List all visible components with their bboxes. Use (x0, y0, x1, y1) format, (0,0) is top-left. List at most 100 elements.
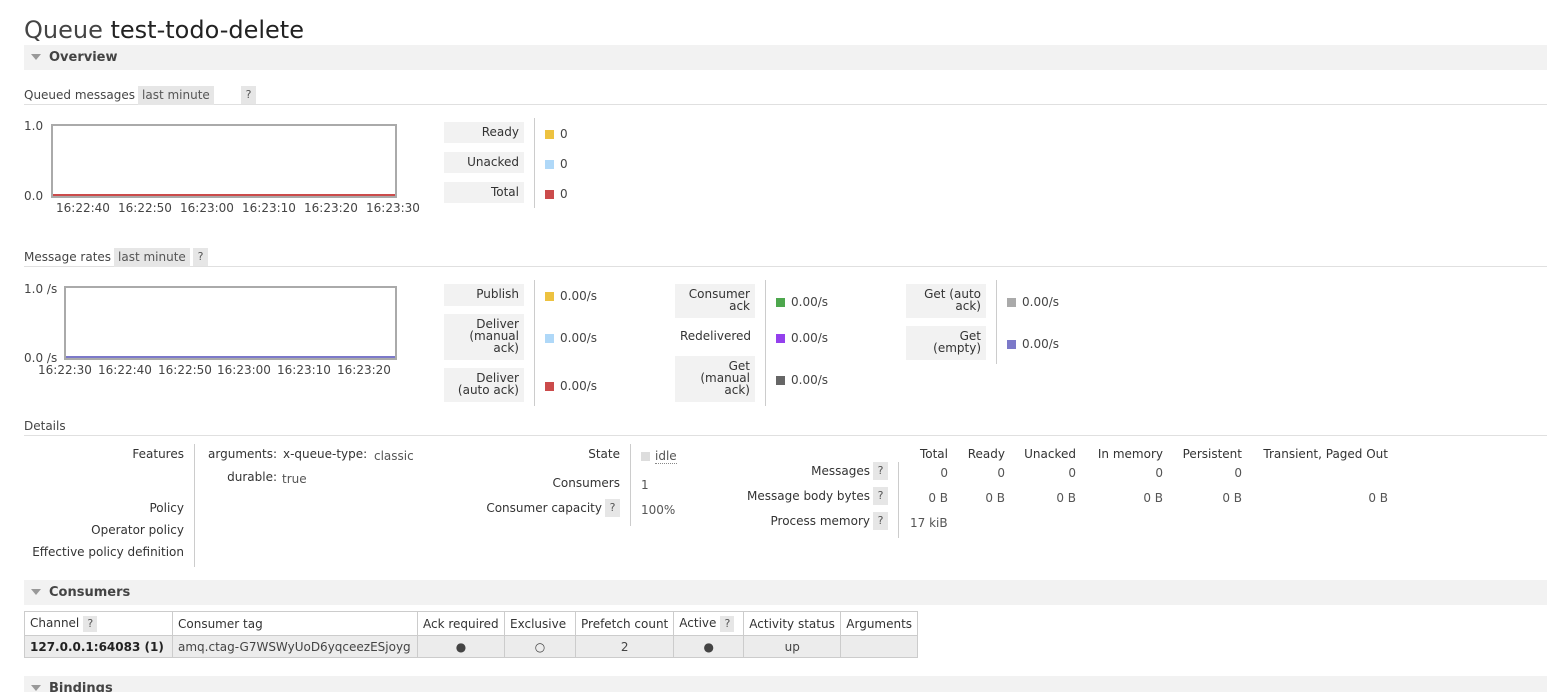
durable-value: true (282, 472, 307, 486)
get-empty-swatch-icon (1007, 340, 1016, 349)
queued-y-top: 1.0 (24, 119, 44, 133)
legend-ready-value: 0 (545, 127, 568, 141)
consumers-count-label: Consumers (552, 476, 620, 490)
consumers-count-value: 1 (641, 478, 649, 492)
overview-section-toggle[interactable]: Overview (24, 45, 1547, 70)
durable-label: durable: (227, 470, 277, 484)
legend-redelivered-value: 0.00/s (776, 331, 828, 345)
queued-y-bottom: 0.0 (24, 189, 44, 203)
process-memory-label: Process memory (770, 514, 870, 528)
queued-x-tick: 16:22:50 (118, 201, 172, 215)
messages-in-memory: 0 (1155, 466, 1163, 480)
bindings-section-toggle[interactable]: Bindings (24, 676, 1547, 692)
queued-messages-range-button[interactable]: last minute (138, 86, 214, 105)
legend-deliver-auto-label: Deliver (auto ack) (444, 368, 524, 402)
state-idle-icon (641, 452, 650, 461)
legend-get-auto-value: 0.00/s (1007, 295, 1059, 309)
legend-get-empty-value: 0.00/s (1007, 337, 1059, 351)
queue-name: test-todo-delete (110, 16, 304, 44)
page-title-prefix: Queue (24, 16, 103, 44)
rates-legend-divider-1 (534, 280, 535, 406)
legend-unacked-label: Unacked (444, 152, 524, 173)
collapse-triangle-icon (31, 54, 41, 60)
messages-persistent: 0 (1234, 466, 1242, 480)
queued-x-tick: 16:23:00 (180, 201, 234, 215)
queued-total-series-line (53, 194, 395, 196)
stats-col-total: Total (919, 447, 948, 461)
bytes-persistent: 0 B (1222, 491, 1242, 505)
arguments-cell (840, 635, 919, 658)
rates-x-tick: 16:22:40 (98, 363, 152, 377)
legend-publish-label: Publish (444, 284, 524, 306)
message-rates-help-button[interactable]: ? (193, 248, 208, 266)
queued-x-tick: 16:23:10 (242, 201, 296, 215)
col-active: Active? (673, 611, 745, 636)
consumer-capacity-help-button[interactable]: ? (605, 499, 620, 517)
rates-x-tick: 16:22:50 (158, 363, 212, 377)
consumer-tag-cell: amq.ctag-G7WSWyUoD6yqceezESjoyg (172, 635, 418, 658)
legend-redelivered-label: Redelivered (675, 326, 755, 348)
activity-status-cell: up (743, 635, 842, 658)
consumers-section-toggle[interactable]: Consumers (24, 580, 1547, 605)
consumer-ack-swatch-icon (776, 298, 785, 307)
features-label: Features (132, 447, 184, 461)
page-title: Queue test-todo-delete (24, 16, 304, 44)
bytes-unacked: 0 B (1056, 491, 1076, 505)
legend-consumer-ack-value: 0.00/s (776, 295, 828, 309)
col-arguments: Arguments (840, 611, 919, 636)
consumers-table-header-row: Channel? Consumer tag Ack required Exclu… (24, 611, 919, 636)
queue-type-value: classic (374, 449, 414, 463)
body-bytes-label: Message body bytes (747, 489, 870, 503)
legend-publish-value: 0.00/s (545, 289, 597, 303)
bytes-in-memory: 0 B (1143, 491, 1163, 505)
rates-legend-divider-3 (996, 280, 997, 364)
get-manual-swatch-icon (776, 376, 785, 385)
details-divider-3 (898, 462, 899, 538)
col-exclusive: Exclusive (504, 611, 576, 636)
bindings-header-label: Bindings (49, 681, 113, 692)
messages-label: Messages (811, 464, 870, 478)
state-label: State (588, 447, 620, 461)
message-rates-label: Message rates (24, 250, 112, 264)
process-memory-help-button[interactable]: ? (873, 512, 888, 530)
process-memory-value: 17 kiB (910, 516, 948, 530)
legend-consumer-ack-label: Consumer ack (675, 284, 755, 318)
message-rates-chart (64, 286, 397, 360)
rates-x-tick: 16:23:20 (337, 363, 391, 377)
rates-series-line (66, 356, 395, 358)
consumer-capacity-value: 100% (641, 503, 676, 517)
col-prefetch-count: Prefetch count (574, 611, 675, 636)
rates-y-top: 1.0 /s (24, 282, 58, 296)
rates-legend-divider-2 (765, 280, 766, 406)
queued-messages-help-button[interactable]: ? (241, 86, 256, 104)
messages-ready: 0 (997, 466, 1005, 480)
consumers-table: Channel? Consumer tag Ack required Exclu… (24, 611, 919, 658)
legend-total-value: 0 (545, 187, 568, 201)
legend-deliver-auto-value: 0.00/s (545, 379, 597, 393)
body-bytes-help-button[interactable]: ? (873, 487, 888, 505)
queued-x-tick: 16:22:40 (56, 201, 110, 215)
stats-col-in-memory: In memory (1097, 447, 1163, 461)
deliver-auto-swatch-icon (545, 382, 554, 391)
details-divider-2 (630, 444, 631, 526)
stats-col-persistent: Persistent (1182, 447, 1242, 461)
active-help-button[interactable]: ? (720, 615, 735, 632)
queued-messages-chart (51, 124, 397, 198)
queue-type-key: x-queue-type: (283, 447, 368, 461)
stats-col-transient: Transient, Paged Out (1263, 447, 1388, 461)
col-ack-required: Ack required (417, 611, 505, 636)
legend-get-auto-label: Get (auto ack) (906, 284, 986, 318)
unacked-swatch-icon (545, 160, 554, 169)
policy-label: Policy (149, 501, 184, 515)
rates-x-tick: 16:23:10 (277, 363, 331, 377)
ack-required-cell: ● (417, 635, 505, 658)
stats-col-unacked: Unacked (1024, 447, 1076, 461)
channel-link[interactable]: 127.0.0.1:64083 (1) (24, 635, 173, 658)
table-row: 127.0.0.1:64083 (1) amq.ctag-G7WSWyUoD6y… (24, 635, 919, 658)
exclusive-cell: ○ (504, 635, 576, 658)
messages-help-button[interactable]: ? (873, 462, 888, 480)
channel-help-button[interactable]: ? (83, 615, 98, 632)
message-rates-subheader: Message rates last minute ? (24, 248, 1547, 267)
queued-messages-label: Queued messages (24, 88, 136, 102)
message-rates-range-button[interactable]: last minute (114, 248, 190, 267)
